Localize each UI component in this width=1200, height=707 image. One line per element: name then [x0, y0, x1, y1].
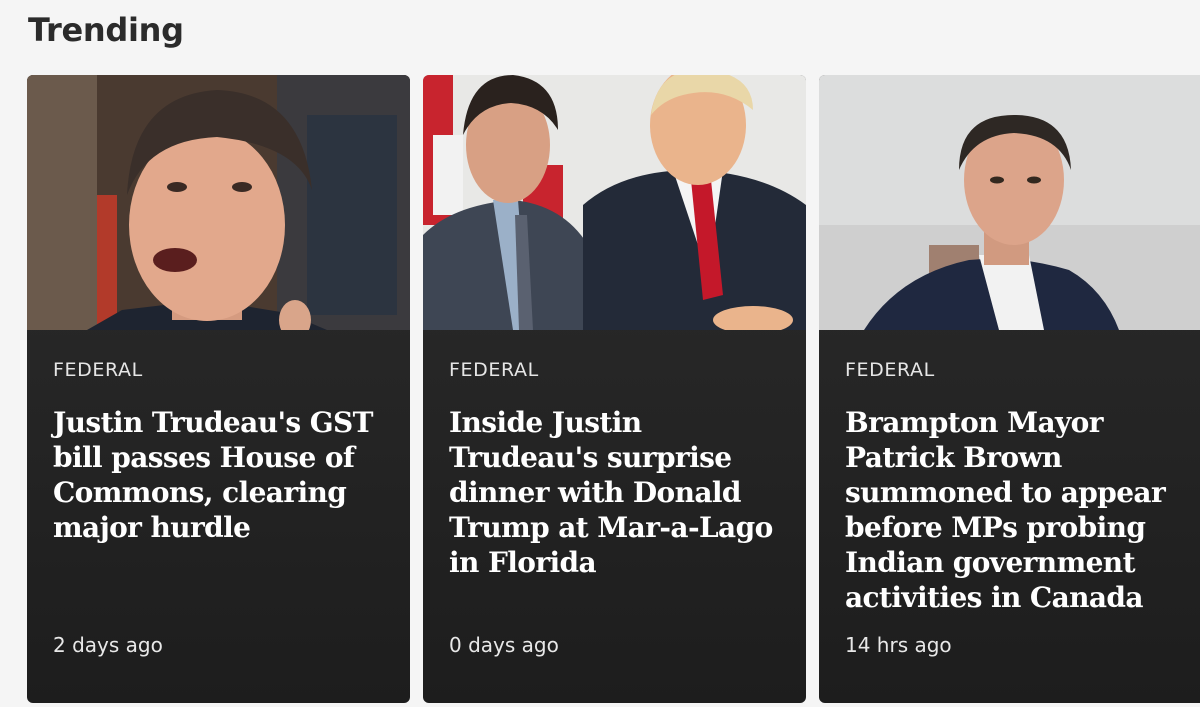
news-card-timestamp: 14 hrs ago [845, 633, 952, 657]
section-title: Trending [28, 11, 184, 49]
news-card-image[interactable] [819, 75, 1200, 330]
news-card-category: FEDERAL [845, 359, 935, 381]
news-card-timestamp: 0 days ago [449, 633, 559, 657]
news-card[interactable]: FEDERAL Inside Justin Trudeau's surprise… [423, 75, 806, 703]
news-card-headline[interactable]: Justin Trudeau's GST bill passes House o… [53, 405, 383, 545]
news-card-headline[interactable]: Inside Justin Trudeau's surprise dinner … [449, 405, 779, 580]
news-card-category: FEDERAL [449, 359, 539, 381]
news-card-image[interactable] [423, 75, 806, 330]
photo-man-in-coat-outdoors [819, 75, 1200, 330]
news-card[interactable]: FEDERAL Brampton Mayor Patrick Brown sum… [819, 75, 1200, 703]
news-card-category: FEDERAL [53, 359, 143, 381]
news-card-image[interactable] [27, 75, 410, 330]
news-card[interactable]: FEDERAL Justin Trudeau's GST bill passes… [27, 75, 410, 703]
trending-cards: FEDERAL Justin Trudeau's GST bill passes… [27, 75, 1200, 703]
news-card-headline[interactable]: Brampton Mayor Patrick Brown summoned to… [845, 405, 1185, 615]
photo-two-men-in-suits [423, 75, 806, 330]
news-card-timestamp: 2 days ago [53, 633, 163, 657]
photo-politician-speaking [27, 75, 410, 330]
